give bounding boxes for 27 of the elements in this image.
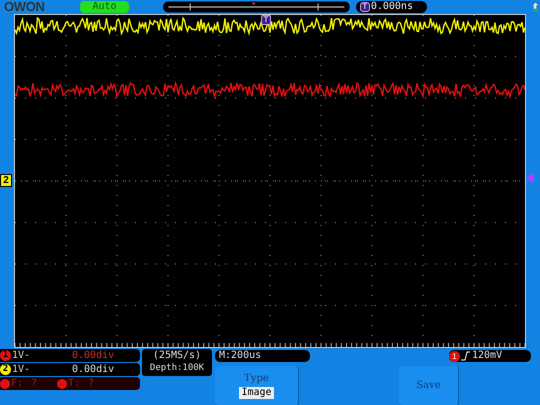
- channel-scale: 1V-: [12, 364, 32, 376]
- channel-marker: 2: [0, 174, 12, 187]
- trigger-level: 120mV: [472, 350, 502, 362]
- menu-button[interactable]: Type Image: [215, 366, 299, 405]
- measurement-icon: [0, 378, 10, 388]
- usb-icon: [530, 2, 540, 12]
- timebase-readout: M:200us: [215, 350, 310, 362]
- measurement-icon: [57, 378, 68, 388]
- channel-badge: 2: [0, 364, 11, 375]
- sample-rate: (25MS/s): [152, 349, 202, 362]
- brand-logo: OWON: [4, 0, 46, 14]
- rising-edge-icon: [461, 351, 470, 361]
- trigger-position-value: 0.000ns: [370, 1, 413, 13]
- channel-scale: 1V-: [12, 350, 32, 362]
- menu-value: Image: [239, 386, 274, 398]
- channel-offset: 0.00div: [72, 350, 114, 362]
- measurement-value: ?: [31, 378, 38, 390]
- measurement-label: T:: [68, 378, 82, 390]
- memory-depth: Depth:100K: [150, 362, 204, 375]
- measurement-label: F:: [11, 378, 24, 390]
- trigger-marker: T: [261, 15, 271, 25]
- measurement-value: ?: [88, 378, 94, 390]
- trigger-source-badge: 1: [449, 350, 460, 362]
- trigger-marker: T: [360, 2, 370, 12]
- channel-badge: 1: [0, 350, 11, 361]
- mode-indicator: Auto: [80, 1, 130, 13]
- channel-offset: 0.00div: [72, 364, 114, 376]
